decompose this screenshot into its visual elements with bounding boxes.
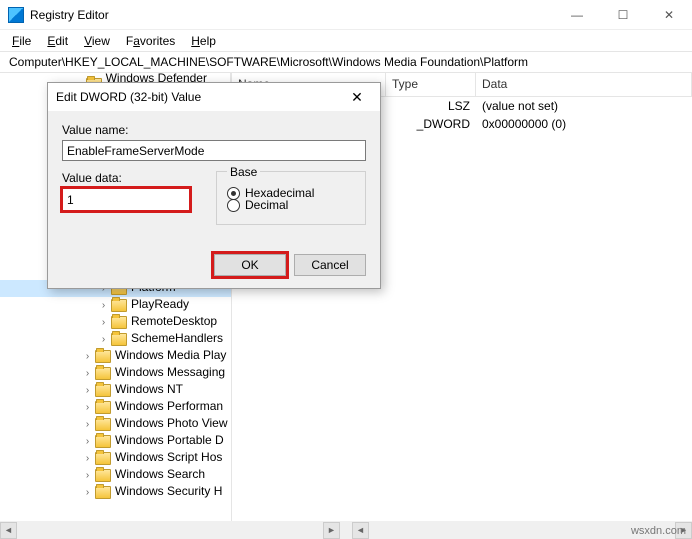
expand-icon[interactable]: ›	[98, 300, 109, 311]
cell-data: (value not set)	[476, 98, 692, 114]
tree-item-label: Windows Photo View	[115, 416, 228, 430]
menu-favorites[interactable]: Favorites	[118, 32, 183, 50]
ok-button[interactable]: OK	[214, 254, 286, 276]
dialog-title-bar[interactable]: Edit DWORD (32-bit) Value ✕	[48, 83, 380, 111]
tree-item-label: Windows Search	[115, 467, 205, 481]
edit-dword-dialog: Edit DWORD (32-bit) Value ✕ Value name: …	[47, 82, 381, 289]
dialog-buttons: OK Cancel	[214, 254, 366, 276]
expand-icon[interactable]: ›	[82, 351, 93, 362]
tree-item-label: Windows Performan	[115, 399, 223, 413]
dialog-close-button[interactable]: ✕	[342, 86, 372, 108]
tree-item[interactable]: › Windows Performan	[0, 399, 231, 416]
app-icon	[8, 7, 24, 23]
cell-type: _DWORD	[386, 116, 476, 132]
radio-dec-label: Decimal	[245, 198, 288, 212]
radio-dec-icon	[227, 199, 240, 212]
maximize-button[interactable]: ☐	[600, 0, 646, 30]
expand-icon[interactable]: ›	[82, 402, 93, 413]
expand-icon[interactable]: ›	[82, 385, 93, 396]
tree-item-label: Windows Security H	[115, 484, 222, 498]
tree-item[interactable]: › Windows Search	[0, 467, 231, 484]
close-button[interactable]: ✕	[646, 0, 692, 30]
col-type[interactable]: Type	[386, 73, 476, 96]
scroll-track-left[interactable]	[17, 522, 323, 539]
folder-icon	[95, 350, 111, 363]
tree-item[interactable]: › Windows Photo View	[0, 416, 231, 433]
address-input[interactable]: Computer\HKEY_LOCAL_MACHINE\SOFTWARE\Mic…	[6, 53, 686, 71]
tree-item[interactable]: › Windows Messaging	[0, 365, 231, 382]
folder-icon	[95, 367, 111, 380]
base-group: Base Hexadecimal Decimal	[216, 171, 366, 225]
tree-item[interactable]: › Windows Media Play	[0, 348, 231, 365]
folder-icon	[95, 469, 111, 482]
menu-bar: File Edit View Favorites Help	[0, 30, 692, 51]
tree-item[interactable]: › Windows NT	[0, 382, 231, 399]
value-data-label: Value data:	[62, 171, 190, 185]
menu-edit[interactable]: Edit	[39, 32, 76, 50]
expand-icon[interactable]: ›	[82, 470, 93, 481]
radio-hex-icon	[227, 187, 240, 200]
tree-item-label: Windows Media Play	[115, 348, 226, 362]
folder-icon	[95, 486, 111, 499]
tree-item-label: PlayReady	[131, 297, 189, 311]
tree-item[interactable]: › PlayReady	[0, 297, 231, 314]
cell-type: LSZ	[386, 98, 476, 114]
menu-file[interactable]: File	[4, 32, 39, 50]
tree-item[interactable]: › Windows Security H	[0, 484, 231, 501]
folder-icon	[95, 452, 111, 465]
expand-icon[interactable]: ›	[82, 453, 93, 464]
expand-icon[interactable]: ›	[98, 334, 109, 345]
folder-icon	[95, 401, 111, 414]
tree-item-label: RemoteDesktop	[131, 314, 217, 328]
tree-item-label: Windows NT	[115, 382, 183, 396]
cancel-button[interactable]: Cancel	[294, 254, 366, 276]
address-bar: Computer\HKEY_LOCAL_MACHINE\SOFTWARE\Mic…	[0, 51, 692, 73]
minimize-button[interactable]: —	[554, 0, 600, 30]
dialog-body: Value name: Value data: Base Hexadecimal…	[48, 111, 380, 237]
col-data[interactable]: Data	[476, 73, 692, 96]
expand-icon[interactable]: ›	[82, 436, 93, 447]
folder-icon	[95, 435, 111, 448]
expand-icon[interactable]: ›	[98, 317, 109, 328]
base-label: Base	[227, 165, 260, 179]
dialog-title: Edit DWORD (32-bit) Value	[56, 90, 342, 104]
title-bar: Registry Editor — ☐ ✕	[0, 0, 692, 30]
expand-icon[interactable]: ›	[82, 419, 93, 430]
folder-icon	[95, 418, 111, 431]
folder-icon	[111, 316, 127, 329]
value-name-input[interactable]	[62, 140, 366, 161]
tree-item[interactable]: › RemoteDesktop	[0, 314, 231, 331]
menu-view[interactable]: View	[76, 32, 118, 50]
cell-data: 0x00000000 (0)	[476, 116, 692, 132]
tree-item[interactable]: › Windows Portable D	[0, 433, 231, 450]
scroll-track-right[interactable]	[369, 522, 675, 539]
value-name-label: Value name:	[62, 123, 366, 137]
folder-icon	[111, 299, 127, 312]
scroll-left-button[interactable]: ◄	[0, 522, 17, 539]
tree-item-label: Windows Script Hos	[115, 450, 222, 464]
radio-dec[interactable]: Decimal	[227, 198, 355, 212]
value-data-input[interactable]	[62, 188, 190, 211]
folder-icon	[111, 333, 127, 346]
tree-item[interactable]: › SchemeHandlers	[0, 331, 231, 348]
menu-help[interactable]: Help	[183, 32, 224, 50]
h-scrollbar[interactable]: ◄ ► ◄ ►	[0, 521, 692, 539]
scroll-left-button-2[interactable]: ◄	[352, 522, 369, 539]
expand-icon[interactable]: ›	[82, 487, 93, 498]
tree-item-label: SchemeHandlers	[131, 331, 223, 345]
scroll-right-button[interactable]: ►	[323, 522, 340, 539]
tree-item[interactable]: › Windows Script Hos	[0, 450, 231, 467]
tree-item-label: Windows Portable D	[115, 433, 224, 447]
folder-icon	[95, 384, 111, 397]
expand-icon[interactable]: ›	[82, 368, 93, 379]
tree-item-label: Windows Messaging	[115, 365, 225, 379]
watermark: wsxdn.com	[631, 525, 686, 537]
window-title: Registry Editor	[30, 8, 554, 22]
